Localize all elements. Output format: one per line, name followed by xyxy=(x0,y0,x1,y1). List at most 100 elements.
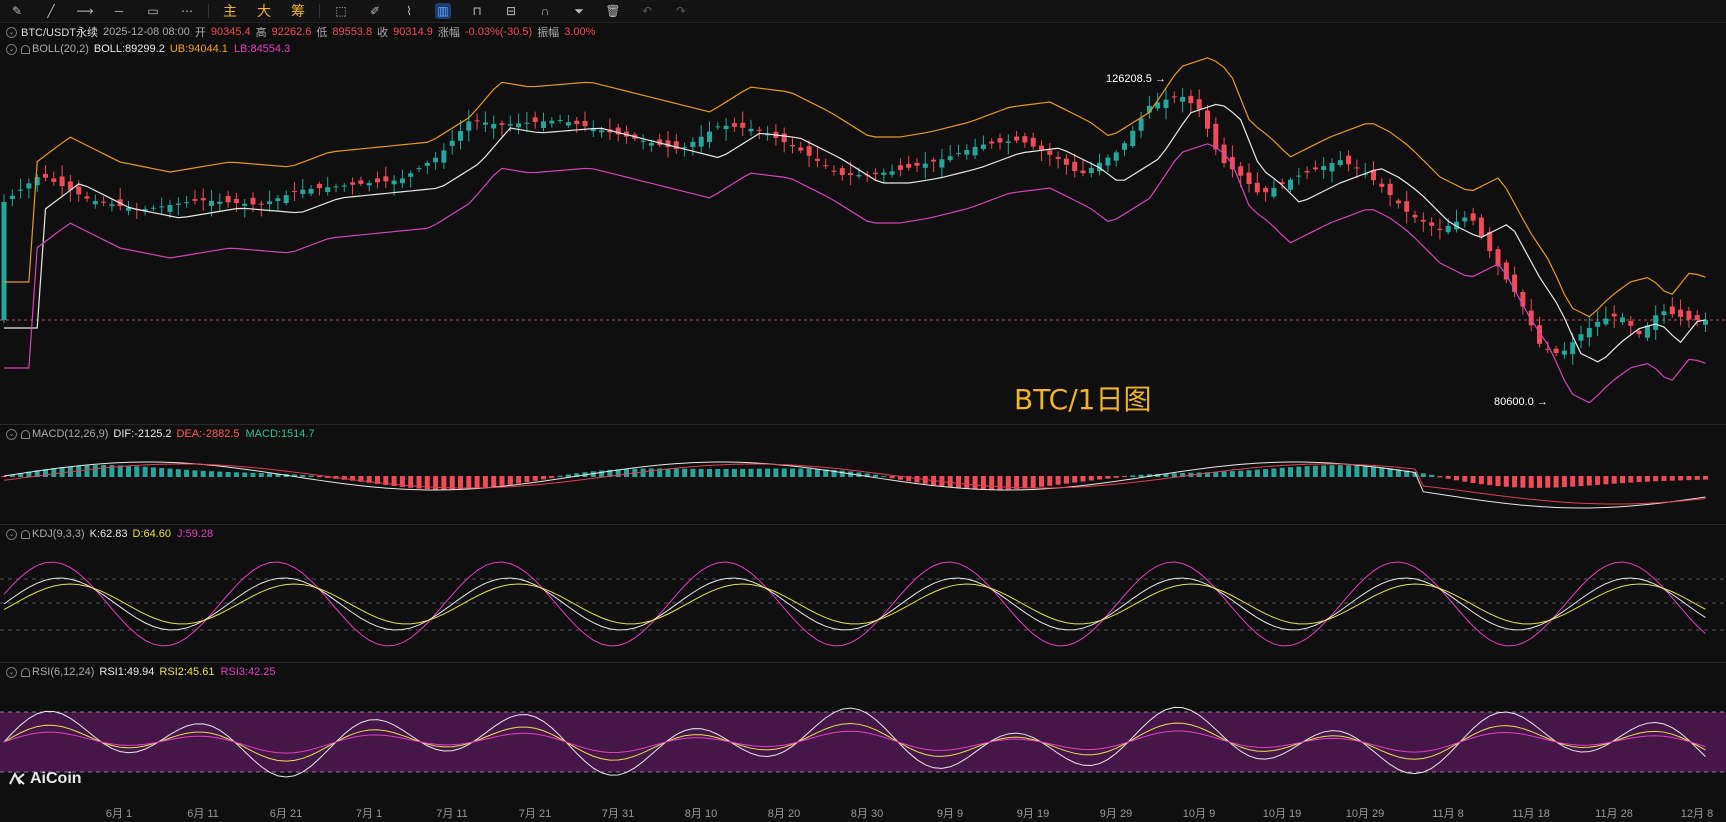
macd-histogram-bar xyxy=(1495,476,1501,487)
macd-histogram-bar xyxy=(217,471,223,477)
candle-body xyxy=(1487,231,1493,252)
macd-histogram-bar xyxy=(516,476,522,484)
macd-histogram-bar xyxy=(541,476,546,480)
candle-body xyxy=(964,149,970,155)
macd-histogram-bar xyxy=(159,467,165,477)
macd-histogram-bar xyxy=(748,468,754,477)
candle-body xyxy=(648,142,654,146)
macd-histogram-bar xyxy=(242,472,248,477)
macd-histogram-bar xyxy=(1171,473,1177,477)
macd-histogram-bar xyxy=(1105,476,1111,479)
candle-body xyxy=(1088,167,1094,174)
candle-body xyxy=(1387,183,1393,196)
candle-body xyxy=(532,117,538,123)
macd-histogram-bar xyxy=(549,476,555,479)
candle-body xyxy=(1080,170,1086,174)
macd-histogram-bar xyxy=(1429,474,1435,477)
macd-histogram-bar xyxy=(1279,467,1285,477)
candle-body xyxy=(1478,217,1484,236)
brand-name: AiCoin xyxy=(30,770,82,787)
macd-histogram-bar xyxy=(640,468,646,477)
candle-body xyxy=(599,130,605,133)
macd-histogram-bar xyxy=(1620,476,1625,484)
macd-histogram-bar xyxy=(1072,476,1078,483)
macd-histogram-bar xyxy=(1221,471,1227,477)
candle-body xyxy=(897,165,903,170)
rsi-overbought-oversold-band xyxy=(0,712,1726,772)
macd-histogram-bar xyxy=(773,468,779,477)
candle-body xyxy=(1669,306,1675,315)
x-axis-label: 8月 10 xyxy=(684,808,718,820)
candle-body xyxy=(9,195,15,199)
macd-histogram-bar xyxy=(126,465,131,477)
macd-histogram-bar xyxy=(1362,465,1368,477)
macd-histogram-bar xyxy=(1478,476,1484,485)
candle-body xyxy=(1678,309,1684,317)
macd-histogram-bar xyxy=(665,468,671,477)
macd-histogram-bar xyxy=(1420,473,1426,477)
x-axis-label: 7月 31 xyxy=(601,808,635,820)
macd-histogram-bar xyxy=(1321,465,1327,477)
macd-histogram-bar xyxy=(698,468,704,477)
candle-body xyxy=(408,173,414,177)
candle-body xyxy=(325,187,331,193)
candle-body xyxy=(781,133,787,143)
candle-body xyxy=(1628,320,1634,326)
kline-chart-canvas[interactable] xyxy=(0,0,1726,822)
candle-body xyxy=(283,195,289,204)
candle-body xyxy=(1578,334,1584,341)
candle-body xyxy=(1014,136,1020,141)
macd-histogram-bar xyxy=(258,473,264,477)
macd-histogram-bar xyxy=(1454,476,1459,481)
macd-histogram-bar xyxy=(873,474,878,477)
macd-histogram-bar xyxy=(1553,476,1559,488)
candle-body xyxy=(972,146,978,156)
macd-histogram-bar xyxy=(134,466,140,477)
macd-histogram-bar xyxy=(1130,475,1136,477)
candle-body xyxy=(1337,160,1343,165)
candle-body xyxy=(1329,163,1335,172)
macd-histogram-bar xyxy=(1636,476,1642,483)
macd-dif-line xyxy=(3,461,1706,509)
macd-histogram-bar xyxy=(1653,476,1659,482)
candle-body xyxy=(947,156,953,161)
macd-histogram-bar xyxy=(715,468,721,477)
candle-body xyxy=(1561,350,1567,355)
candle-body xyxy=(1263,187,1269,193)
candle-body xyxy=(292,191,297,193)
candle-body xyxy=(358,180,364,184)
macd-histogram-bar xyxy=(1678,476,1684,481)
macd-histogram-bar xyxy=(1661,476,1667,481)
macd-histogram-bar xyxy=(1097,476,1103,480)
candle-body xyxy=(491,123,497,129)
macd-histogram-bar xyxy=(300,474,306,477)
macd-histogram-bar xyxy=(599,470,605,477)
macd-histogram-bar xyxy=(192,470,198,477)
candle-body xyxy=(167,205,173,212)
candle-body xyxy=(375,178,380,183)
candle-body xyxy=(956,153,961,155)
candle-body xyxy=(175,203,181,205)
candle-body xyxy=(582,120,588,127)
macd-histogram-bar xyxy=(790,468,795,477)
candle-body xyxy=(1246,172,1252,184)
candle-body xyxy=(1570,342,1576,355)
x-axis-label: 8月 30 xyxy=(850,808,884,820)
macd-histogram-bar xyxy=(740,468,746,477)
macd-histogram-bar xyxy=(707,468,712,477)
candle-body xyxy=(707,131,712,143)
candle-body xyxy=(1462,217,1468,222)
candle-body xyxy=(1304,171,1310,173)
candle-body xyxy=(333,186,339,188)
candle-body xyxy=(1412,214,1418,218)
candle-body xyxy=(1595,321,1601,327)
candle-body xyxy=(557,120,563,122)
macd-histogram-bar xyxy=(1570,476,1576,487)
candle-body xyxy=(433,157,439,163)
macd-histogram-bar xyxy=(1578,476,1584,487)
candle-body xyxy=(1296,175,1302,177)
candle-body xyxy=(1047,150,1053,155)
x-axis-label: 10月 9 xyxy=(1182,808,1216,820)
macd-histogram-bar xyxy=(1329,465,1335,477)
candle-body xyxy=(640,140,646,142)
